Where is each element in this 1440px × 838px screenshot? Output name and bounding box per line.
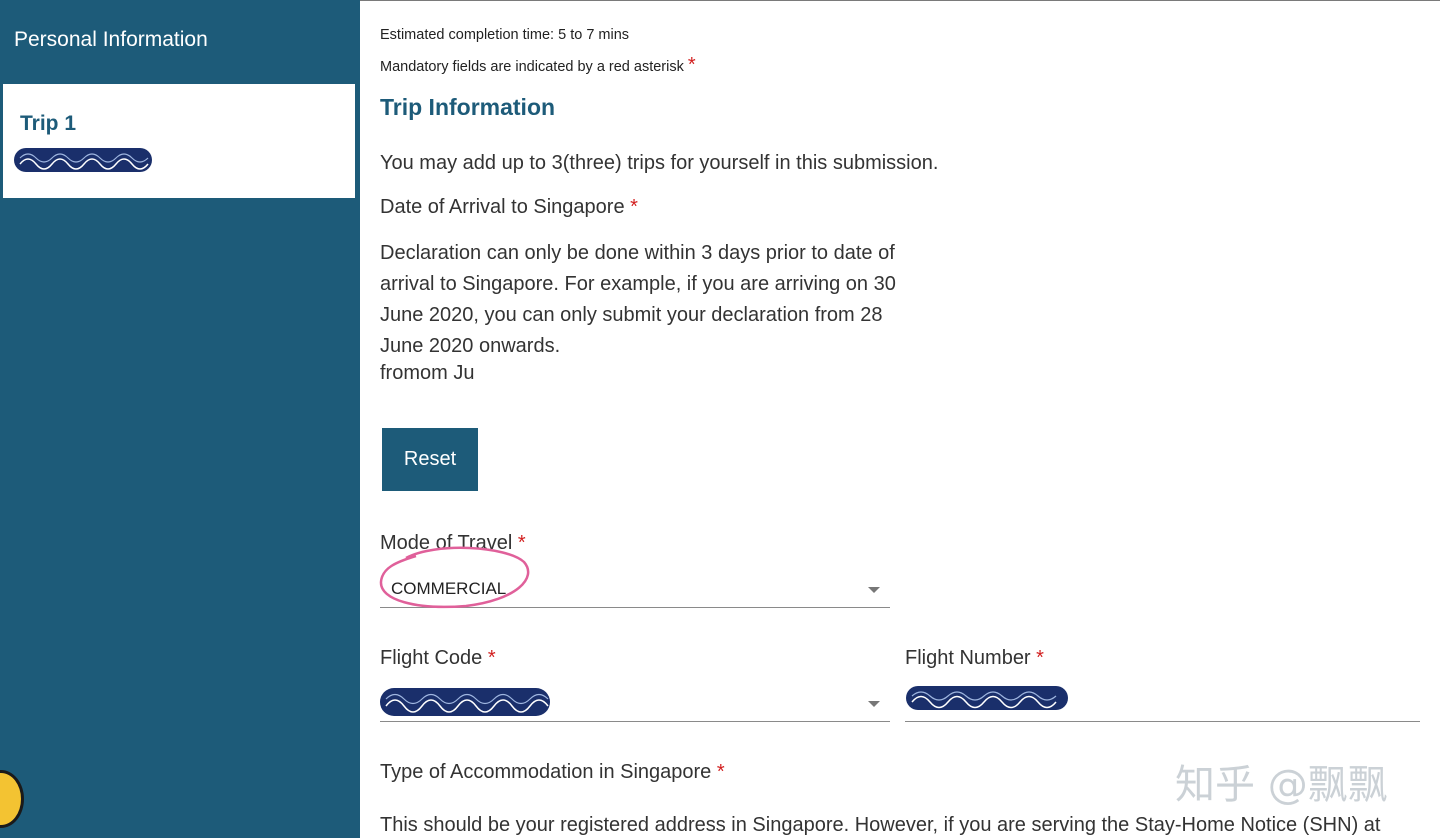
annotation-circle: [379, 546, 530, 609]
asterisk: *: [716, 761, 725, 783]
redacted-scribble: [906, 686, 1068, 710]
trips-note: You may add up to 3(three) trips for you…: [380, 152, 939, 174]
accommodation-label: Type of Accommodation in Singapore *: [380, 761, 725, 784]
reset-button[interactable]: Reset: [382, 428, 478, 491]
arrival-help: Declaration can only be done within 3 da…: [380, 242, 896, 357]
arrival-overlap-text: fromom Ju: [380, 362, 475, 384]
top-divider: [360, 0, 1440, 1]
asterisk: *: [630, 196, 638, 218]
trip-title: Trip 1: [20, 112, 77, 135]
flight-code-label-text: Flight Code: [380, 647, 483, 669]
chevron-down-icon: [868, 701, 880, 707]
sidebar-item-trip-1[interactable]: Trip 1: [3, 84, 355, 198]
flight-number-label-text: Flight Number: [905, 647, 1031, 669]
redacted-scribble: [14, 148, 152, 172]
redacted-scribble: [380, 688, 550, 716]
watermark: 知乎 @飘飘: [1175, 762, 1388, 808]
asterisk: *: [1036, 647, 1044, 669]
mandatory-note-text: Mandatory fields are indicated by a red …: [380, 59, 684, 75]
sidebar: Personal Information Trip 1: [0, 0, 360, 838]
estimated-time: Estimated completion time: 5 to 7 mins: [380, 27, 630, 43]
asterisk: *: [687, 54, 696, 76]
arrival-label-text: Date of Arrival to Singapore: [380, 196, 625, 218]
mandatory-note: Mandatory fields are indicated by a red …: [380, 54, 696, 77]
flight-code-label: Flight Code *: [380, 647, 496, 670]
sidebar-item-personal-information[interactable]: Personal Information: [14, 28, 208, 52]
asterisk: *: [487, 647, 496, 669]
accommodation-label-text: Type of Accommodation in Singapore: [380, 761, 712, 783]
section-title: Trip Information: [380, 94, 556, 120]
chat-bubble-icon[interactable]: [0, 770, 24, 828]
flight-number-label: Flight Number *: [905, 647, 1044, 670]
main-content: Estimated completion time: 5 to 7 mins M…: [360, 0, 1440, 838]
arrival-label: Date of Arrival to Singapore *: [380, 196, 638, 219]
chevron-down-icon: [868, 587, 880, 593]
accommodation-help: This should be your registered address i…: [380, 814, 1381, 836]
